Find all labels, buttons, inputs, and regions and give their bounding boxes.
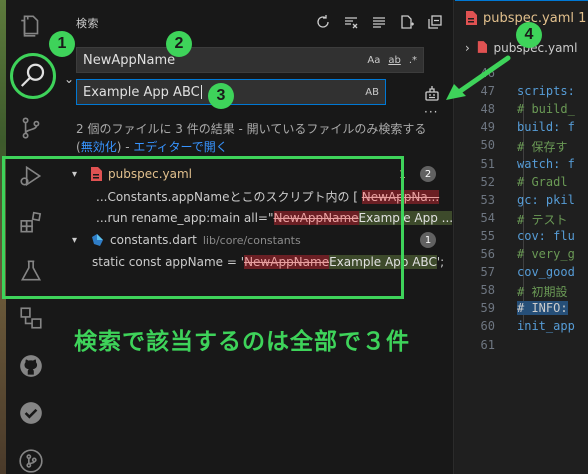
open-in-editor-link[interactable]: エディターで開く	[133, 140, 227, 154]
code-line[interactable]: # INFO:	[517, 301, 568, 316]
line-number: 49	[480, 120, 495, 135]
disable-open-files-link[interactable]: 無効化	[81, 140, 117, 154]
new-search-editor-icon[interactable]	[398, 13, 416, 31]
line-number: 46	[480, 66, 495, 80]
result-file-name: pubspec.yaml	[108, 167, 192, 181]
replace-all-icon	[425, 86, 439, 101]
result-file-row[interactable]: ▾ pubspec.yaml 1 2	[62, 163, 454, 185]
refresh-icon[interactable]	[314, 13, 332, 31]
line-number: 50	[480, 138, 495, 153]
annotation-badge-3: 3	[208, 83, 234, 109]
extensions-icon[interactable]	[18, 210, 44, 236]
annotation-caption: 検索で該当するのは全部で３件	[74, 329, 410, 355]
code-line[interactable]: init_app	[517, 319, 575, 333]
run-debug-icon[interactable]	[18, 163, 44, 189]
line-number: 51	[480, 156, 495, 171]
match-case-toggle[interactable]: Aa	[367, 55, 380, 66]
yaml-file-icon	[91, 167, 102, 181]
line-number: 61	[480, 337, 495, 352]
line-number: 53	[480, 192, 495, 207]
code-line[interactable]: # Gradl	[517, 175, 568, 189]
match-count-badge: 1	[420, 232, 436, 248]
more-options-icon[interactable]: ···	[424, 105, 438, 119]
yaml-file-icon	[477, 41, 487, 53]
chevron-down-icon[interactable]: ▾	[72, 169, 84, 180]
chevron-down-icon[interactable]: ▾	[72, 235, 84, 246]
testing-icon[interactable]	[18, 258, 44, 284]
git-graph-icon[interactable]	[18, 448, 44, 474]
editor-area: pubspec.yaml 1 › pubspec.yaml 46 47 script…	[455, 0, 588, 474]
explorer-icon[interactable]	[18, 13, 44, 39]
modified-indicator: 1	[399, 167, 406, 181]
match-whole-word-toggle[interactable]: ab	[388, 55, 400, 66]
line-number: 56	[480, 247, 495, 261]
line-number: 55	[480, 228, 495, 243]
code-line[interactable]: gc: pkil	[517, 193, 575, 207]
code-line[interactable]: # build_	[517, 102, 575, 116]
line-number: 47	[480, 84, 495, 99]
toggle-replace-chevron-icon[interactable]: ⌄	[64, 72, 74, 86]
line-number: 54	[480, 210, 495, 225]
github-icon[interactable]	[18, 353, 44, 379]
yaml-file-icon	[466, 11, 477, 25]
search-activity-highlight[interactable]	[10, 53, 56, 99]
check-circle-icon[interactable]	[18, 400, 44, 426]
line-number: 59	[480, 301, 495, 316]
replace-all-button[interactable]	[422, 83, 442, 103]
clear-results-icon[interactable]	[342, 13, 360, 31]
match-preview: static const appName = 'NewAppNameExampl…	[92, 255, 445, 269]
code-line[interactable]: build: f	[517, 120, 575, 134]
line-number: 52	[480, 174, 495, 189]
annotation-badge-1: 1	[49, 31, 75, 57]
search-input[interactable]: NewAppName Aa ab .*	[76, 47, 424, 73]
annotation-badge-4: 4	[516, 22, 542, 48]
collapse-all-icon[interactable]	[426, 13, 444, 31]
line-number: 57	[480, 265, 495, 280]
match-preview: ...Constants.appNameとこのスクリプト内の [ NewAppN…	[96, 189, 440, 204]
result-file-row[interactable]: ▾ constants.dart lib/core/constants 1	[62, 229, 454, 251]
preserve-case-toggle[interactable]: AB	[365, 87, 379, 98]
code-line[interactable]: scripts:	[517, 84, 575, 98]
code-line[interactable]: cov_good	[517, 265, 575, 279]
code-line[interactable]: # 保存す	[517, 138, 567, 155]
activity-bar	[0, 0, 62, 474]
dart-file-icon	[92, 234, 103, 246]
line-number: 48	[480, 102, 495, 117]
chevron-right-icon: ›	[465, 41, 470, 55]
search-icon	[20, 63, 45, 87]
source-control-icon[interactable]	[18, 115, 44, 141]
line-number: 60	[480, 319, 495, 334]
search-input-value[interactable]: NewAppName	[83, 53, 367, 68]
search-options: Aa ab .*	[367, 55, 417, 66]
view-as-tree-icon[interactable]	[370, 13, 388, 31]
remote-explorer-icon[interactable]	[18, 305, 44, 331]
code-line[interactable]: # テスト	[517, 211, 567, 228]
result-file-path: lib/core/constants	[202, 233, 301, 247]
result-file-name: constants.dart	[110, 233, 197, 247]
match-count-badge: 2	[420, 166, 436, 182]
match-preview: ...run rename_app:main all="NewAppNameEx…	[96, 211, 452, 225]
result-match-row[interactable]: ...Constants.appNameとこのスクリプト内の [ NewAppN…	[62, 185, 454, 207]
code-line[interactable]: # very_g	[517, 247, 575, 261]
line-number: 58	[480, 283, 495, 298]
code-line[interactable]: # 初期設	[517, 283, 567, 300]
code-line[interactable]: watch: f	[517, 157, 575, 171]
panel-title: 検索	[76, 17, 99, 30]
annotation-badge-2: 2	[166, 31, 192, 57]
search-panel: 検索 ⌄ NewAppName Aa ab .* Example App ABC…	[62, 0, 454, 474]
replace-options: AB	[365, 87, 379, 98]
result-match-row[interactable]: ...run rename_app:main all="NewAppNameEx…	[62, 207, 454, 229]
panel-actions	[314, 13, 444, 31]
result-match-row[interactable]: static const appName = 'NewAppNameExampl…	[62, 251, 454, 273]
results-summary: 2 個のファイルに 3 件の結果 - 開いているファイルのみ検索する (無効化)…	[76, 122, 427, 154]
background-strip	[0, 0, 6, 474]
code-line[interactable]: cov: flu	[517, 229, 575, 243]
use-regex-toggle[interactable]: .*	[409, 55, 417, 66]
